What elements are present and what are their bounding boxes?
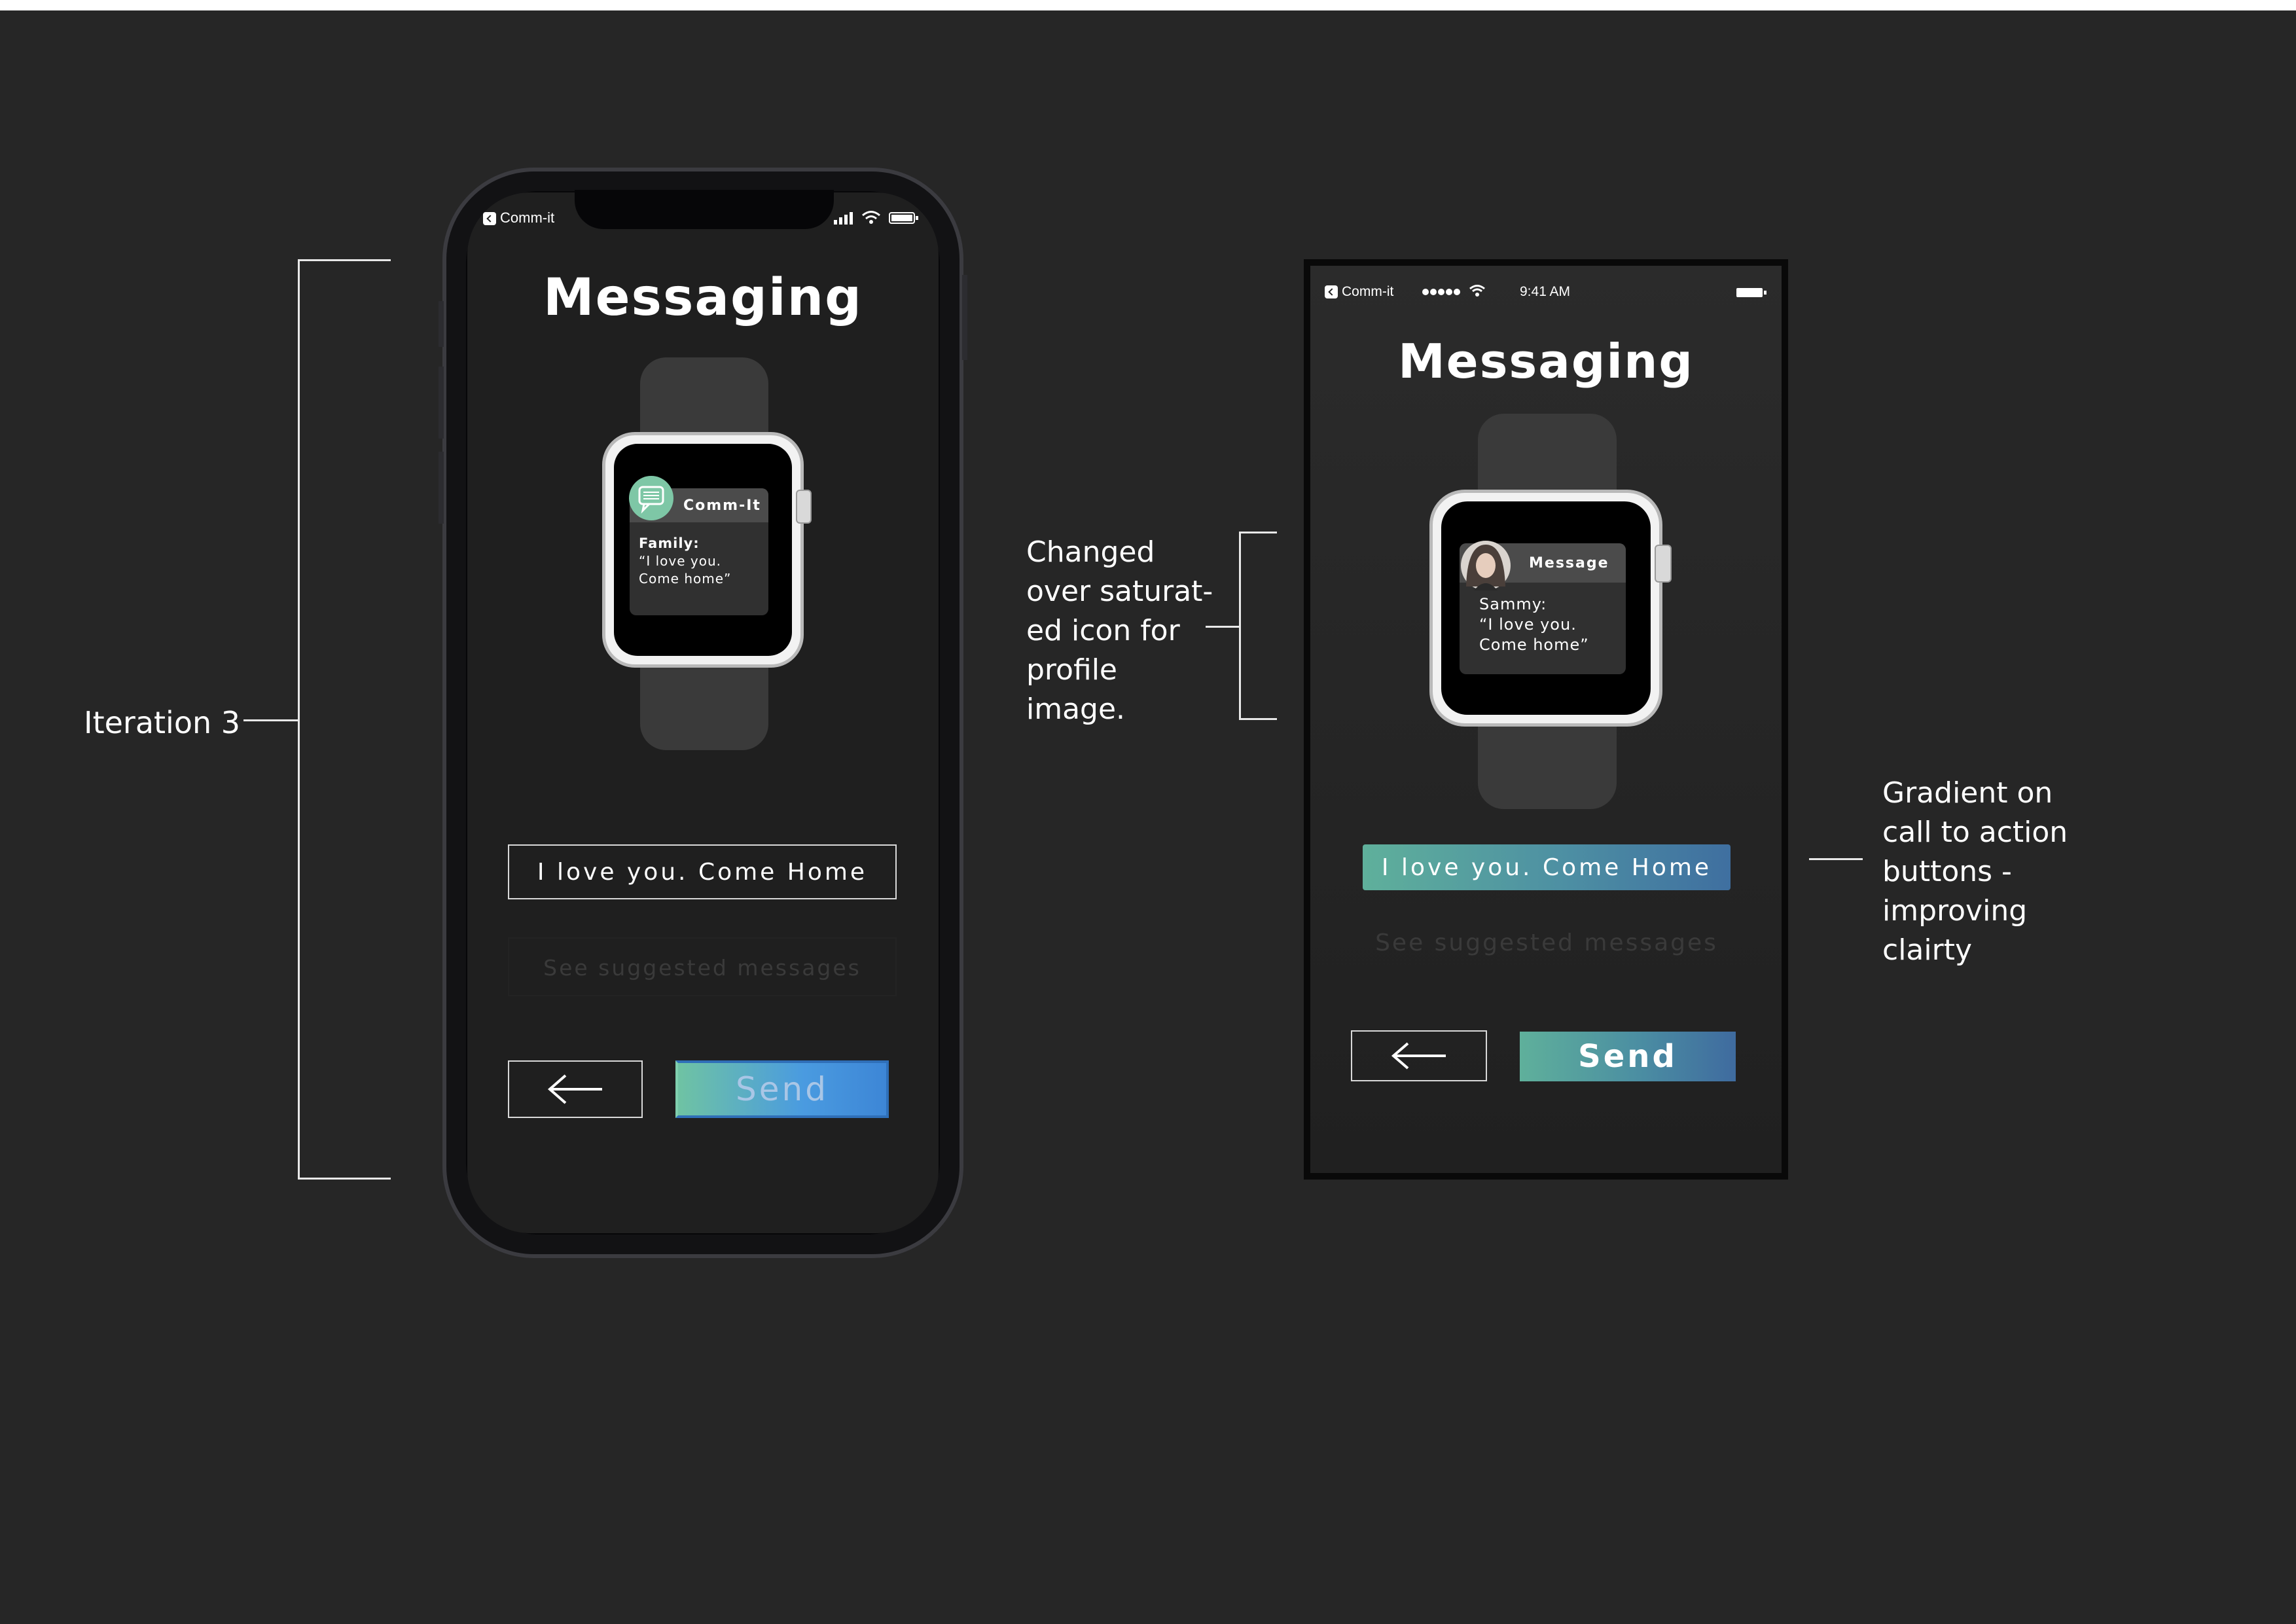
iteration-label: Iteration 3 [84,705,241,740]
send-button[interactable]: Send [675,1060,889,1118]
page-title: Messaging [543,268,863,327]
back-button-v2[interactable] [1351,1030,1487,1081]
card-body-v2: Sammy: “I love you. Come home” [1479,595,1589,654]
icon-connector [1206,626,1241,628]
iteration-bracket-top [298,259,391,261]
status-app-back-v2[interactable]: Comm-it [1325,284,1393,300]
icon-bracket-bottom [1239,718,1277,720]
arrow-left-icon [547,1074,602,1104]
phone-power-button [962,275,967,360]
card-header-v2: Message [1529,555,1609,571]
watch-band-bottom-v2 [1478,712,1617,809]
suggested-messages-link[interactable]: See suggested messages [508,937,897,996]
page-title-v2: Messaging [1398,334,1694,389]
back-app-icon [483,212,496,226]
send-button-v2[interactable]: Send [1520,1032,1736,1081]
chat-bubble-icon [629,476,673,520]
back-button[interactable] [508,1060,643,1118]
wifi-icon-v2 [1469,285,1485,297]
card-header: Comm-It [683,497,761,514]
status-app-name: Comm-it [500,209,555,226]
arrow-left-icon [1391,1042,1446,1070]
wifi-icon [862,211,880,224]
phone-side-button [439,301,444,347]
signal-dots-icon [1422,289,1460,295]
back-app-icon-v2 [1325,285,1338,299]
iteration-connector [243,719,300,721]
watch-crown [796,490,812,524]
iteration-bracket [298,259,300,1180]
gradient-connector [1809,858,1863,860]
phone-notch [575,190,834,229]
icon-bracket-top [1239,532,1277,533]
phone-volume-down [439,452,444,524]
icon-change-note: Changed over saturat- ed icon for profil… [1026,535,1213,726]
top-border [0,0,2296,10]
watch-band-bottom [640,655,768,750]
icon-bracket [1239,532,1241,720]
battery-icon [889,212,918,224]
suggested-messages-link-v2[interactable]: See suggested messages [1363,929,1731,956]
profile-avatar [1461,541,1511,590]
status-app-back[interactable]: Comm-it [483,209,554,226]
status-time: 9:41 AM [1520,284,1571,299]
card-body: “I love you. Come home” [639,553,732,586]
battery-icon-v2 [1736,288,1767,297]
card-sender: Family: [639,535,700,551]
message-button-v2[interactable]: I love you. Come Home [1363,844,1731,890]
status-app-name-v2: Comm-it [1342,284,1394,299]
message-button[interactable]: I love you. Come Home [508,844,897,899]
signal-icon [834,212,853,225]
watch-crown-v2 [1655,545,1672,583]
iteration-bracket-bottom [298,1178,391,1180]
phone-volume-up [439,367,444,439]
gradient-note: Gradient on call to action buttons - imp… [1882,776,2068,967]
